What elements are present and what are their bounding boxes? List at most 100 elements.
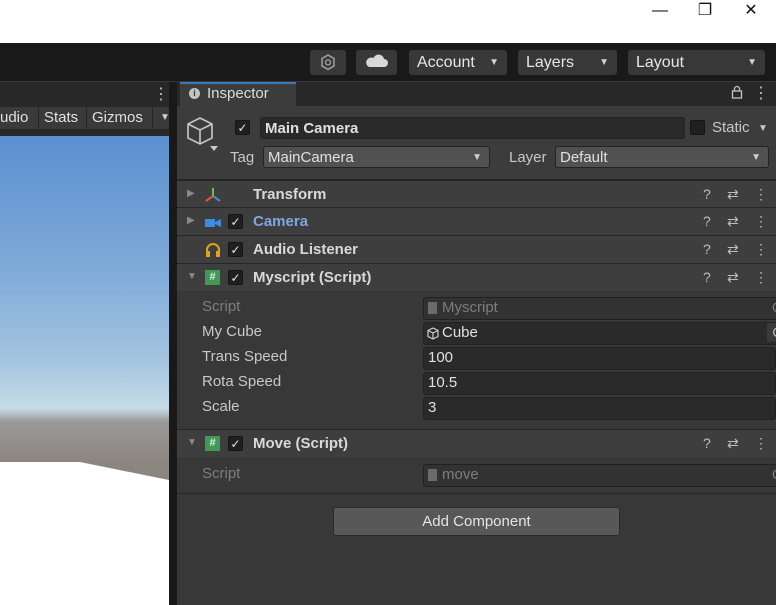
- layout-label: Layout: [636, 54, 685, 71]
- component-menu-icon[interactable]: ⋮: [754, 186, 768, 203]
- help-icon[interactable]: ?: [703, 213, 711, 229]
- myscript-title: Myscript (Script): [253, 269, 372, 286]
- layers-dropdown[interactable]: Layers ▼: [518, 50, 617, 75]
- object-name-input[interactable]: Main Camera: [260, 117, 685, 139]
- account-dropdown[interactable]: Account ▼: [409, 50, 507, 75]
- foldout-arrow-expanded-icon[interactable]: ▼: [187, 271, 197, 282]
- prop-label-my-cube: My Cube: [202, 323, 263, 340]
- camera-icon: [205, 216, 221, 233]
- tag-label: Tag: [230, 149, 255, 166]
- static-dropdown[interactable]: Static: [712, 119, 750, 136]
- layer-value: Default: [560, 149, 608, 166]
- layer-label: Layer: [509, 149, 547, 166]
- script-file-icon: [428, 302, 437, 314]
- camera-enabled-checkbox[interactable]: ✓: [228, 214, 243, 229]
- preset-icon[interactable]: ⇄: [727, 213, 739, 230]
- component-menu-icon[interactable]: ⋮: [754, 213, 768, 230]
- rota-speed-input[interactable]: 10.5: [423, 372, 776, 395]
- inspector-tab-label: Inspector: [207, 85, 269, 102]
- transform-title: Transform: [253, 186, 327, 203]
- panel-menu-icon[interactable]: ⋮: [153, 84, 169, 104]
- component-camera[interactable]: ▶ ✓ Camera ? ⇄ ⋮: [177, 207, 776, 235]
- prop-label-script: Script: [202, 298, 241, 315]
- tag-dropdown[interactable]: MainCamera ▼: [263, 146, 490, 168]
- foldout-arrow-expanded-icon[interactable]: ▼: [187, 437, 197, 448]
- move-title: Move (Script): [253, 435, 349, 452]
- layer-dropdown[interactable]: Default ▼: [555, 146, 769, 168]
- layout-dropdown[interactable]: Layout ▼: [628, 50, 765, 75]
- add-component-button[interactable]: Add Component: [333, 507, 620, 536]
- tag-value: MainCamera: [268, 149, 354, 166]
- script-value: Myscript: [442, 299, 498, 316]
- my-cube-value: Cube: [442, 324, 478, 341]
- headphones-icon: [205, 242, 221, 262]
- foldout-arrow-icon[interactable]: ▶: [187, 188, 195, 199]
- script-icon: #: [205, 270, 220, 285]
- gameobject-icon[interactable]: [186, 116, 220, 158]
- stats-toggle[interactable]: Stats: [44, 109, 78, 126]
- component-move[interactable]: ▼ # ✓ Move (Script) ? ⇄ ⋮: [177, 429, 776, 457]
- myscript-enabled-checkbox[interactable]: ✓: [228, 270, 243, 285]
- chevron-down-icon: ▼: [751, 152, 761, 163]
- active-checkbox[interactable]: ✓: [235, 120, 250, 135]
- transform-icon: [205, 187, 221, 207]
- help-icon[interactable]: ?: [703, 435, 711, 451]
- my-cube-object-field[interactable]: Cube ⊙: [423, 322, 776, 345]
- move-enabled-checkbox[interactable]: ✓: [228, 436, 243, 451]
- info-icon: i: [189, 88, 200, 99]
- close-button[interactable]: ✕: [728, 0, 774, 24]
- chevron-down-icon: ▼: [472, 152, 482, 163]
- divider: [38, 106, 39, 130]
- restore-button[interactable]: ❐: [682, 0, 728, 24]
- object-picker-icon[interactable]: ⊙: [771, 298, 776, 318]
- prop-label-trans-speed: Trans Speed: [202, 348, 288, 365]
- preset-icon[interactable]: ⇄: [727, 186, 739, 203]
- camera-title: Camera: [253, 213, 309, 230]
- scale-input[interactable]: 3: [423, 397, 776, 420]
- inspector-menu-icon[interactable]: ⋮: [753, 83, 769, 103]
- collab-icon: [321, 54, 335, 71]
- script-icon: #: [205, 436, 220, 451]
- foldout-arrow-icon[interactable]: ▶: [187, 215, 195, 226]
- move-script-object-field[interactable]: move ⊙: [423, 464, 776, 487]
- prop-label-script: Script: [202, 465, 241, 482]
- tab-inspector[interactable]: i Inspector: [180, 82, 296, 106]
- move-script-value: move: [442, 466, 479, 483]
- game-view[interactable]: [0, 136, 169, 605]
- divider: [152, 106, 153, 130]
- prop-label-scale: Scale: [202, 398, 240, 415]
- divider: [86, 106, 87, 130]
- script-object-field[interactable]: Myscript ⊙: [423, 297, 776, 320]
- preset-icon[interactable]: ⇄: [727, 435, 739, 452]
- component-menu-icon[interactable]: ⋮: [754, 435, 768, 452]
- static-checkbox[interactable]: [690, 120, 705, 135]
- preset-icon[interactable]: ⇄: [727, 269, 739, 286]
- panel-divider[interactable]: [169, 82, 177, 605]
- cloud-button[interactable]: [356, 50, 397, 75]
- cloud-icon: [366, 54, 388, 67]
- component-myscript[interactable]: ▼ # ✓ Myscript (Script) ? ⇄ ⋮: [177, 263, 776, 291]
- script-file-icon: [428, 469, 437, 481]
- collab-button[interactable]: [310, 50, 346, 75]
- minimize-button[interactable]: —: [637, 0, 683, 24]
- chevron-down-icon: ▼: [747, 57, 757, 68]
- component-transform[interactable]: ▶ Transform ? ⇄ ⋮: [177, 180, 776, 208]
- chevron-down-icon[interactable]: ▼: [758, 123, 768, 134]
- audio-listener-enabled-checkbox[interactable]: ✓: [228, 242, 243, 257]
- object-picker-icon[interactable]: ⊙: [771, 465, 776, 485]
- audio-toggle[interactable]: udio: [0, 109, 28, 126]
- trans-speed-input[interactable]: 100: [423, 347, 776, 370]
- gizmos-toggle[interactable]: Gizmos: [92, 109, 143, 126]
- cube-icon: [427, 326, 439, 346]
- component-audio-listener[interactable]: ✓ Audio Listener ? ⇄ ⋮: [177, 235, 776, 263]
- lock-icon[interactable]: [731, 85, 743, 103]
- help-icon[interactable]: ?: [703, 269, 711, 285]
- component-menu-icon[interactable]: ⋮: [754, 241, 768, 258]
- help-icon[interactable]: ?: [703, 186, 711, 202]
- component-menu-icon[interactable]: ⋮: [754, 269, 768, 286]
- audio-listener-title: Audio Listener: [253, 241, 359, 258]
- chevron-down-icon: ▼: [599, 57, 609, 68]
- object-picker-icon[interactable]: ⊙: [767, 323, 776, 342]
- help-icon[interactable]: ?: [703, 241, 711, 257]
- preset-icon[interactable]: ⇄: [727, 241, 739, 258]
